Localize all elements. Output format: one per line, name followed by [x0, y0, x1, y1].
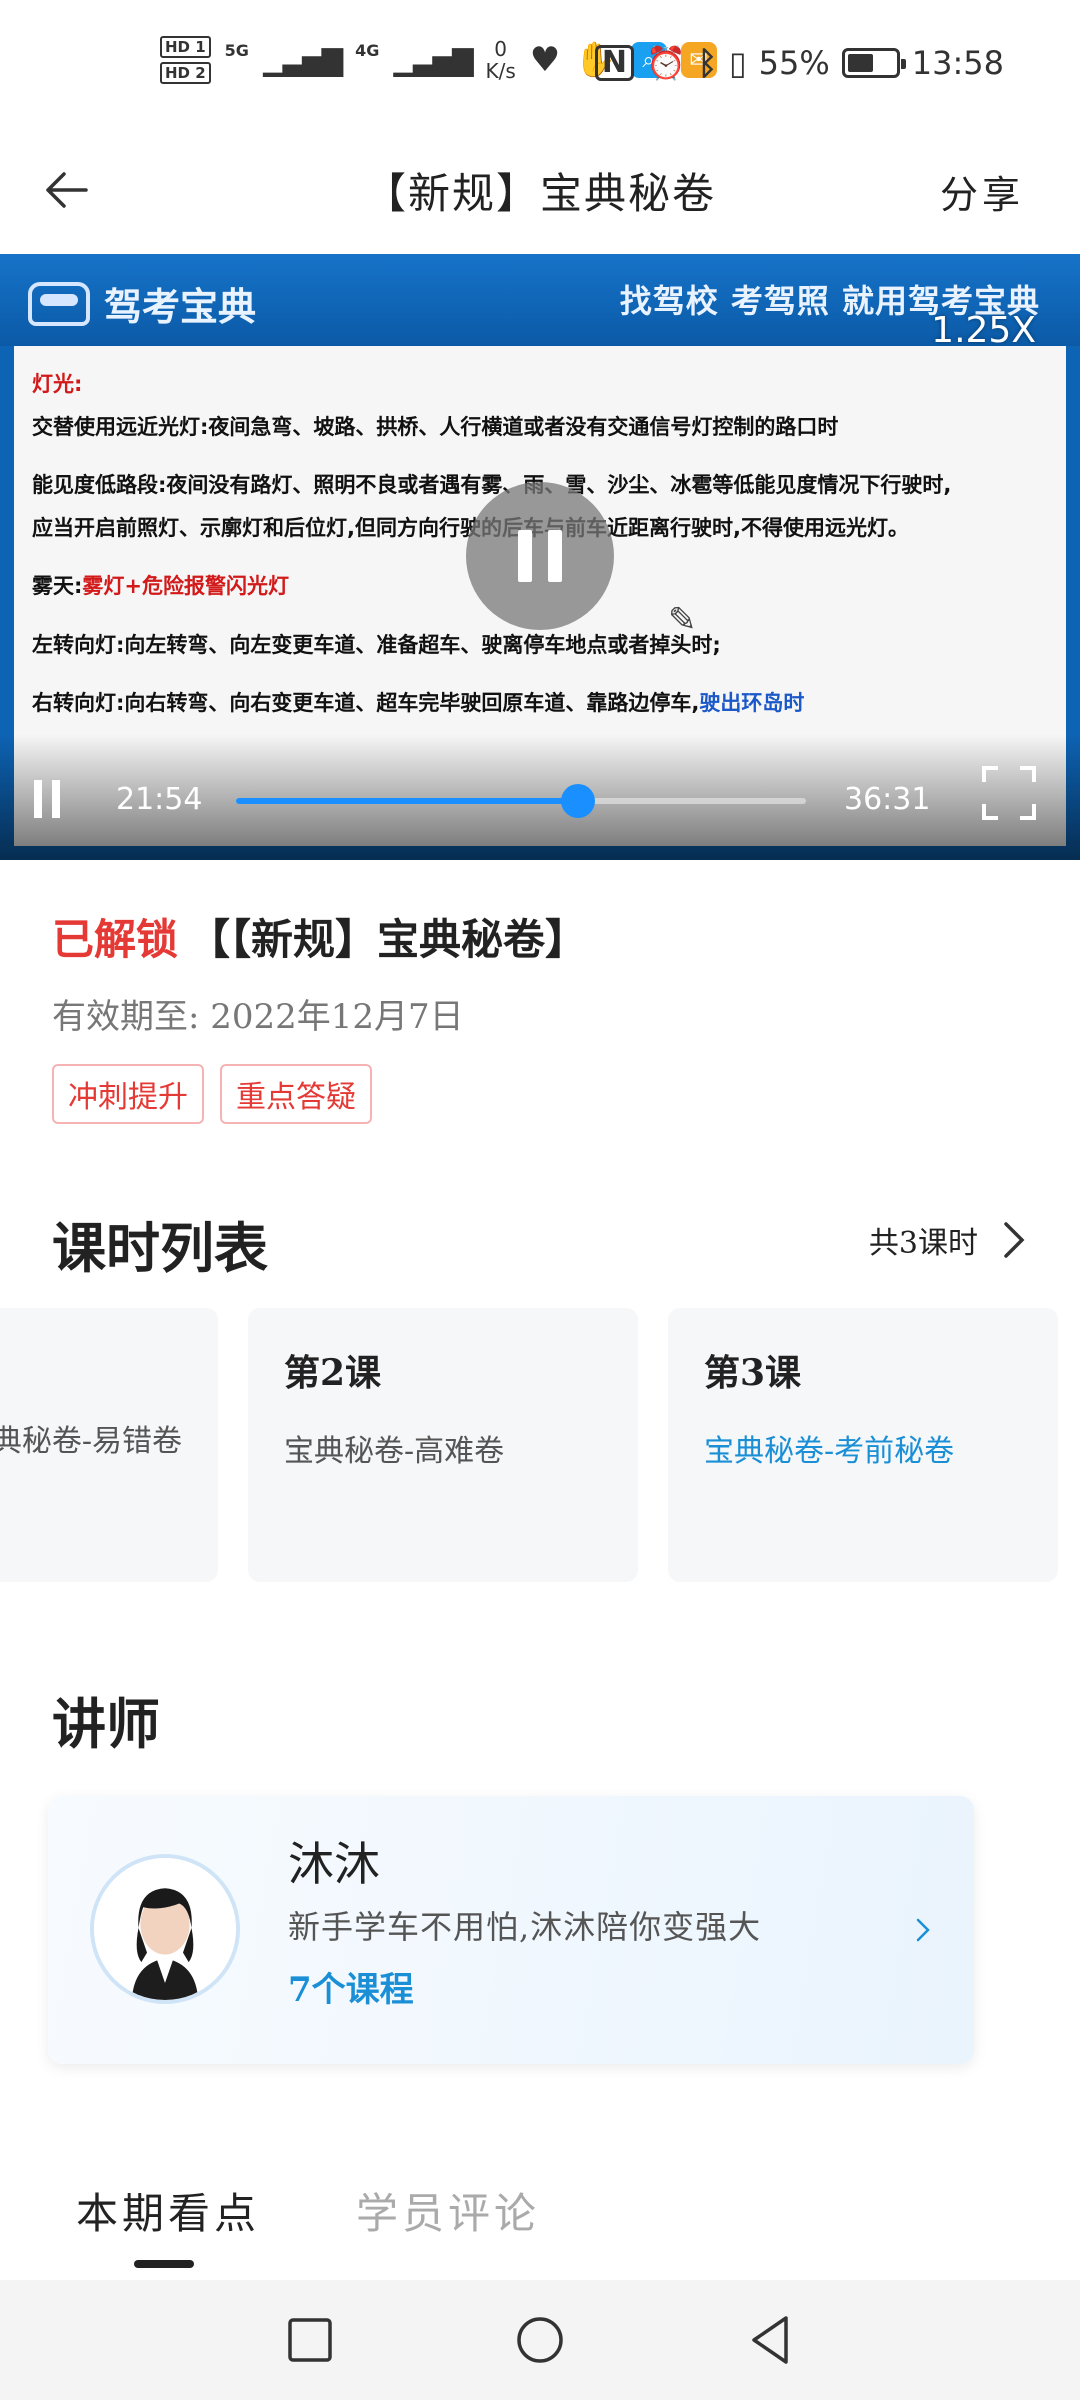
- chevron-right-icon: [916, 1918, 930, 1942]
- teacher-card[interactable]: 沐沐 新手学车不用怕,沐沐陪你变强大 7个课程: [48, 1796, 974, 2064]
- battery-fill: [847, 54, 874, 72]
- status-bar: HD 1 HD 2 5G ▁▃▅▇ 4G ▁▃▅▇ 0 K/s ♥ ✋ ⌕ ✉ …: [0, 0, 1080, 130]
- teacher-description: 新手学车不用怕,沐沐陪你变强大: [288, 1908, 762, 1946]
- heart-rate-icon: ♥: [529, 40, 561, 80]
- back-nav-icon[interactable]: [740, 2310, 800, 2370]
- course-title-line: 已解锁 【【新规】宝典秘卷】: [52, 906, 1052, 967]
- teacher-name: 沐沐: [288, 1837, 380, 1891]
- net-speed-unit: K/s: [485, 59, 516, 83]
- playback-speed-button[interactable]: 1.25X: [931, 310, 1036, 351]
- validity-date: 有效期至: 2022年12月7日: [52, 997, 464, 1037]
- fullscreen-icon[interactable]: [980, 764, 1038, 822]
- slide-right-turn-text: 右转向灯:向右转弯、向右变更车道、超车完毕驶回原车道、靠路边停车,: [32, 691, 700, 716]
- lesson-number: 第3课: [704, 1352, 802, 1394]
- vibrate-icon: ▯: [729, 44, 747, 82]
- lesson-name: 宝典秘卷-高难卷: [284, 1434, 505, 1469]
- slide-line-1-text: 夜间急弯、坡路、拱桥、人行横道或者没有交通信号灯控制的路口时: [208, 414, 839, 439]
- signal1-tag: 5G: [224, 40, 249, 60]
- status-right: N ⏰ ᛒ ▯ 55% 13:58: [594, 44, 1004, 82]
- share-button[interactable]: 分享: [940, 164, 1024, 219]
- sim2-badge: HD 2: [160, 62, 211, 84]
- signal-bars-icon: ▁▃▅▇: [262, 43, 343, 77]
- total-time: 36:31: [844, 782, 931, 817]
- nfc-icon: N: [594, 45, 634, 81]
- course-tag: 重点答疑: [220, 1064, 372, 1124]
- clock: 13:58: [911, 44, 1004, 82]
- video-slide-header: 驾考宝典 找驾校 考驾照 就用驾考宝典: [0, 254, 1080, 346]
- page-title: 【新规】宝典秘卷: [363, 169, 716, 218]
- chevron-right-icon: [1004, 1222, 1025, 1258]
- video-logo: 驾考宝典: [28, 276, 256, 331]
- bluetooth-icon: ᛒ: [697, 44, 718, 82]
- signal-bars-icon: ▁▃▅▇: [393, 43, 473, 77]
- lesson-count: 共3课时: [868, 1226, 978, 1261]
- progress-track[interactable]: [236, 784, 806, 818]
- battery-percent: 55%: [758, 44, 830, 82]
- car-logo-icon: [28, 281, 90, 326]
- teacher-courses-link[interactable]: 7个课程: [288, 1962, 414, 2011]
- system-nav-bar: [0, 2280, 1080, 2400]
- alarm-icon: ⏰: [646, 44, 686, 82]
- lesson-carousel[interactable]: 宝典秘卷-易错卷 第2课 宝典秘卷-高难卷 第3课 宝典秘卷-考前秘卷: [0, 1308, 1080, 1582]
- course-tags: 冲刺提升 重点答疑: [52, 1064, 1052, 1124]
- course-tag: 冲刺提升: [52, 1064, 204, 1124]
- teacher-section-title: 讲师: [52, 1692, 160, 1756]
- lesson-list-title: 课时列表: [52, 1216, 268, 1280]
- avatar-portrait-icon: [94, 1858, 236, 2000]
- active-tab-indicator: [134, 2260, 194, 2268]
- lesson-count-link[interactable]: 共3课时: [869, 1218, 1028, 1262]
- current-time: 21:54: [116, 782, 203, 817]
- pause-button-center[interactable]: [466, 482, 614, 630]
- course-info: 已解锁 【【新规】宝典秘卷】 有效期至: 2022年12月7日 冲刺提升 重点答疑: [52, 906, 1052, 1124]
- lesson-card[interactable]: 第2课 宝典秘卷-高难卷: [248, 1308, 638, 1582]
- recent-apps-icon[interactable]: [280, 2310, 340, 2370]
- pause-icon-bar: [548, 530, 562, 582]
- lesson-number: 第2课: [284, 1352, 382, 1394]
- lesson-card[interactable]: 宝典秘卷-易错卷: [0, 1308, 218, 1582]
- pause-icon-bar: [518, 530, 532, 582]
- slide-line-1: 交替使用远近光灯:夜间急弯、坡路、拱桥、人行横道或者没有交通信号灯控制的路口时: [32, 411, 1048, 444]
- pencil-icon: ✎: [668, 600, 697, 640]
- signal2-tag: 4G: [355, 40, 380, 60]
- teacher-avatar: [90, 1854, 240, 2004]
- video-player[interactable]: 驾考宝典 找驾校 考驾照 就用驾考宝典 灯光: 交替使用远近光灯:夜间急弯、坡路…: [0, 254, 1080, 860]
- sim1-badge: HD 1: [160, 36, 211, 58]
- lesson-name-text: 宝典秘卷-易错卷: [0, 1424, 182, 1459]
- pause-icon[interactable]: [34, 780, 60, 818]
- progress-thumb[interactable]: [561, 784, 595, 818]
- tab-highlights[interactable]: 本期看点: [76, 2180, 260, 2241]
- slide-right-turn-tail: 驶出环岛时: [699, 691, 805, 716]
- slide-right-turn: 右转向灯:向右转弯、向右变更车道、超车完毕驶回原车道、靠路边停车,驶出环岛时: [32, 687, 1048, 720]
- net-speed-value: 0: [494, 37, 507, 61]
- lesson-name: 宝典秘卷-易错卷: [0, 1416, 182, 1460]
- lesson-name: 宝典秘卷-考前秘卷: [704, 1434, 955, 1469]
- top-bar: 【新规】宝典秘卷 分享: [0, 130, 1080, 254]
- home-icon[interactable]: [510, 2310, 570, 2370]
- content-tabs: 本期看点 学员评论: [0, 2180, 1080, 2280]
- video-controls: 21:54 36:31: [0, 734, 1080, 860]
- progress-played: [236, 798, 578, 804]
- slide-left-turn: 左转向灯:向左转弯、向左变更车道、准备超车、驶离停车地点或者掉头时;: [32, 632, 721, 657]
- slide-fog-label: 雾天:: [32, 574, 83, 599]
- slide-heading: 灯光:: [32, 372, 83, 396]
- unlock-badge: 已解锁: [52, 915, 179, 964]
- course-title: 【【新规】宝典秘卷】: [188, 915, 588, 964]
- sim-indicators: HD 1 HD 2: [160, 36, 211, 84]
- battery-icon: [841, 48, 906, 78]
- net-speed: 0 K/s: [485, 38, 515, 82]
- slide-fog-text: 雾灯+危险报警闪光灯: [82, 574, 290, 599]
- lesson-card-active[interactable]: 第3课 宝典秘卷-考前秘卷: [668, 1308, 1058, 1582]
- slide-line-1-label: 交替使用远近光灯:: [32, 414, 209, 439]
- tab-reviews[interactable]: 学员评论: [356, 2180, 540, 2241]
- video-logo-text: 驾考宝典: [104, 285, 257, 329]
